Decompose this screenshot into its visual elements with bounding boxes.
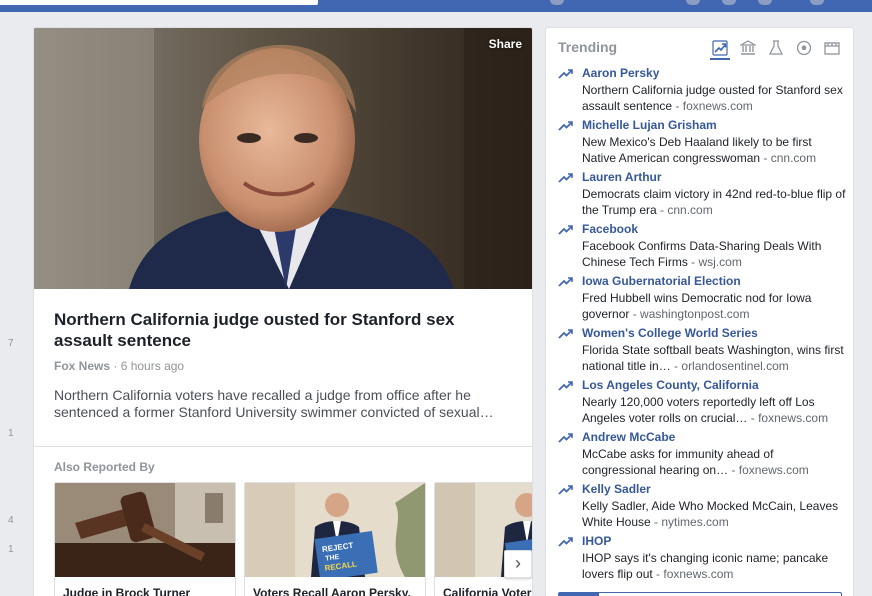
- trending-headline: IHOP says it's changing iconic name; pan…: [582, 550, 848, 582]
- trending-headline: Democrats claim victory in 42nd red-to-b…: [582, 186, 848, 218]
- trending-topic[interactable]: Facebook: [582, 222, 638, 236]
- source-separator: -: [672, 99, 683, 113]
- divider: [34, 446, 532, 447]
- trending-topic[interactable]: Los Angeles County, California: [582, 378, 759, 392]
- source-separator: -: [760, 151, 771, 165]
- source-separator: -: [670, 359, 682, 373]
- friends-icon[interactable]: [686, 0, 700, 5]
- sports-icon: [796, 40, 812, 56]
- trending-title: Trending: [558, 39, 618, 55]
- story-card: Share Northern California judge ousted f…: [33, 27, 533, 596]
- trending-arrow-icon: [558, 69, 573, 79]
- trending-headline: New Mexico's Deb Haaland likely to be fi…: [582, 134, 848, 166]
- story-hero-image[interactable]: Share: [34, 28, 532, 289]
- story-headline[interactable]: Northern California judge ousted for Sta…: [54, 309, 514, 351]
- trending-source: cnn.com: [667, 203, 713, 217]
- trending-headline: Northern California judge ousted for Sta…: [582, 82, 848, 114]
- trending-topic[interactable]: Aaron Persky: [582, 66, 659, 80]
- tab-trending[interactable]: [710, 38, 730, 60]
- trending-source: nytimes.com: [661, 515, 729, 529]
- entertainment-icon: [824, 42, 840, 55]
- trending-headline: Facebook Confirms Data-Sharing Deals Wit…: [582, 238, 848, 270]
- source-separator: -: [652, 567, 664, 581]
- tab-politics[interactable]: [738, 38, 758, 60]
- related-article-title: Voters Recall Aaron Persky,: [253, 586, 411, 596]
- left-gutter: 7 1 4 1: [0, 0, 30, 596]
- judge-portrait-image: [34, 28, 532, 289]
- politics-icon: [740, 40, 756, 55]
- trending-arrow-icon: [558, 485, 573, 495]
- related-article-title: California Voters: [443, 586, 533, 596]
- trending-headline: Fred Hubbell wins Democratic nod for Iow…: [582, 290, 848, 322]
- notifications-icon[interactable]: [758, 0, 772, 5]
- trending-source: washingtonpost.com: [640, 307, 750, 321]
- trending-arrow-icon: [558, 173, 573, 183]
- left-number: 1: [8, 428, 14, 439]
- trending-arrow-icon: [558, 225, 573, 235]
- trending-arrow-icon: [558, 433, 573, 443]
- help-icon[interactable]: [810, 0, 824, 5]
- science-icon: [768, 40, 784, 55]
- meta-separator: ·: [113, 359, 118, 373]
- trending-headline: Nearly 120,000 voters reportedly left of…: [582, 394, 848, 426]
- source-separator: -: [629, 307, 641, 321]
- source-separator: -: [747, 411, 759, 425]
- story-source[interactable]: Fox News: [54, 359, 110, 373]
- also-reported-title: Also Reported By: [54, 460, 155, 474]
- related-article-tile[interactable]: Judge in Brock Turner: [54, 482, 236, 596]
- story-time: 6 hours ago: [120, 359, 185, 373]
- trending-text: Democrats claim victory in 42nd red-to-b…: [582, 187, 846, 217]
- tab-entertainment[interactable]: [822, 38, 842, 60]
- trending-headline: McCabe asks for immunity ahead of congre…: [582, 446, 848, 478]
- trending-panel: Trending Aaron Persky Northern Californi…: [545, 27, 854, 596]
- trending-arrow-icon: [558, 121, 573, 131]
- trending-topic[interactable]: Iowa Gubernatorial Election: [582, 274, 741, 288]
- carousel-next-button[interactable]: ›: [504, 550, 532, 578]
- trending-arrow-icon: [558, 381, 573, 391]
- trending-topic[interactable]: Michelle Lujan Grisham: [582, 118, 717, 132]
- trending-arrow-icon: [558, 537, 573, 547]
- left-number: 4: [8, 515, 14, 526]
- source-separator: -: [650, 515, 662, 529]
- trending-topic[interactable]: Women's College World Series: [582, 326, 758, 340]
- tab-sports[interactable]: [794, 38, 814, 60]
- left-number: 7: [8, 338, 14, 349]
- related-article-tile[interactable]: California Voters: [434, 482, 533, 596]
- see-more-button[interactable]: [558, 592, 842, 596]
- tab-science[interactable]: [766, 38, 786, 60]
- left-number: 1: [8, 544, 14, 555]
- trending-topic[interactable]: Kelly Sadler: [582, 482, 651, 496]
- source-separator: -: [687, 255, 699, 269]
- related-article-title: Judge in Brock Turner: [63, 586, 191, 596]
- trending-source: foxnews.com: [758, 411, 829, 425]
- story-meta: Fox News · 6 hours ago: [54, 359, 184, 373]
- related-article-tile[interactable]: REJECT THE RECALL Voters Recall Aaron Pe…: [244, 482, 426, 596]
- story-summary: Northern California voters have recalled…: [54, 387, 494, 420]
- trending-source: foxnews.com: [682, 99, 753, 113]
- profile-avatar-icon[interactable]: [550, 0, 564, 5]
- trending-headline: Florida State softball beats Washington,…: [582, 342, 848, 374]
- share-button[interactable]: Share: [489, 37, 522, 51]
- search-input[interactable]: [0, 0, 318, 5]
- trending-topic[interactable]: IHOP: [582, 534, 611, 548]
- messages-icon[interactable]: [722, 0, 736, 5]
- trending-icon: [712, 40, 728, 56]
- trending-arrow-icon: [558, 277, 573, 287]
- recall-sign-image: REJECT THE RECALL: [245, 483, 425, 577]
- trending-source: wsj.com: [698, 255, 742, 269]
- trending-topic[interactable]: Andrew McCabe: [582, 430, 675, 444]
- trending-source: cnn.com: [770, 151, 817, 165]
- trending-source: foxnews.com: [663, 567, 734, 581]
- trending-arrow-icon: [558, 329, 573, 339]
- trending-source: foxnews.com: [738, 463, 809, 477]
- source-separator: -: [728, 463, 739, 477]
- gavel-image: [55, 483, 235, 577]
- trending-headline: Kelly Sadler, Aide Who Mocked McCain, Le…: [582, 498, 848, 530]
- trending-source: orlandosentinel.com: [681, 359, 789, 373]
- top-navigation-bar: [0, 0, 872, 12]
- source-separator: -: [656, 203, 668, 217]
- trending-topic[interactable]: Lauren Arthur: [582, 170, 662, 184]
